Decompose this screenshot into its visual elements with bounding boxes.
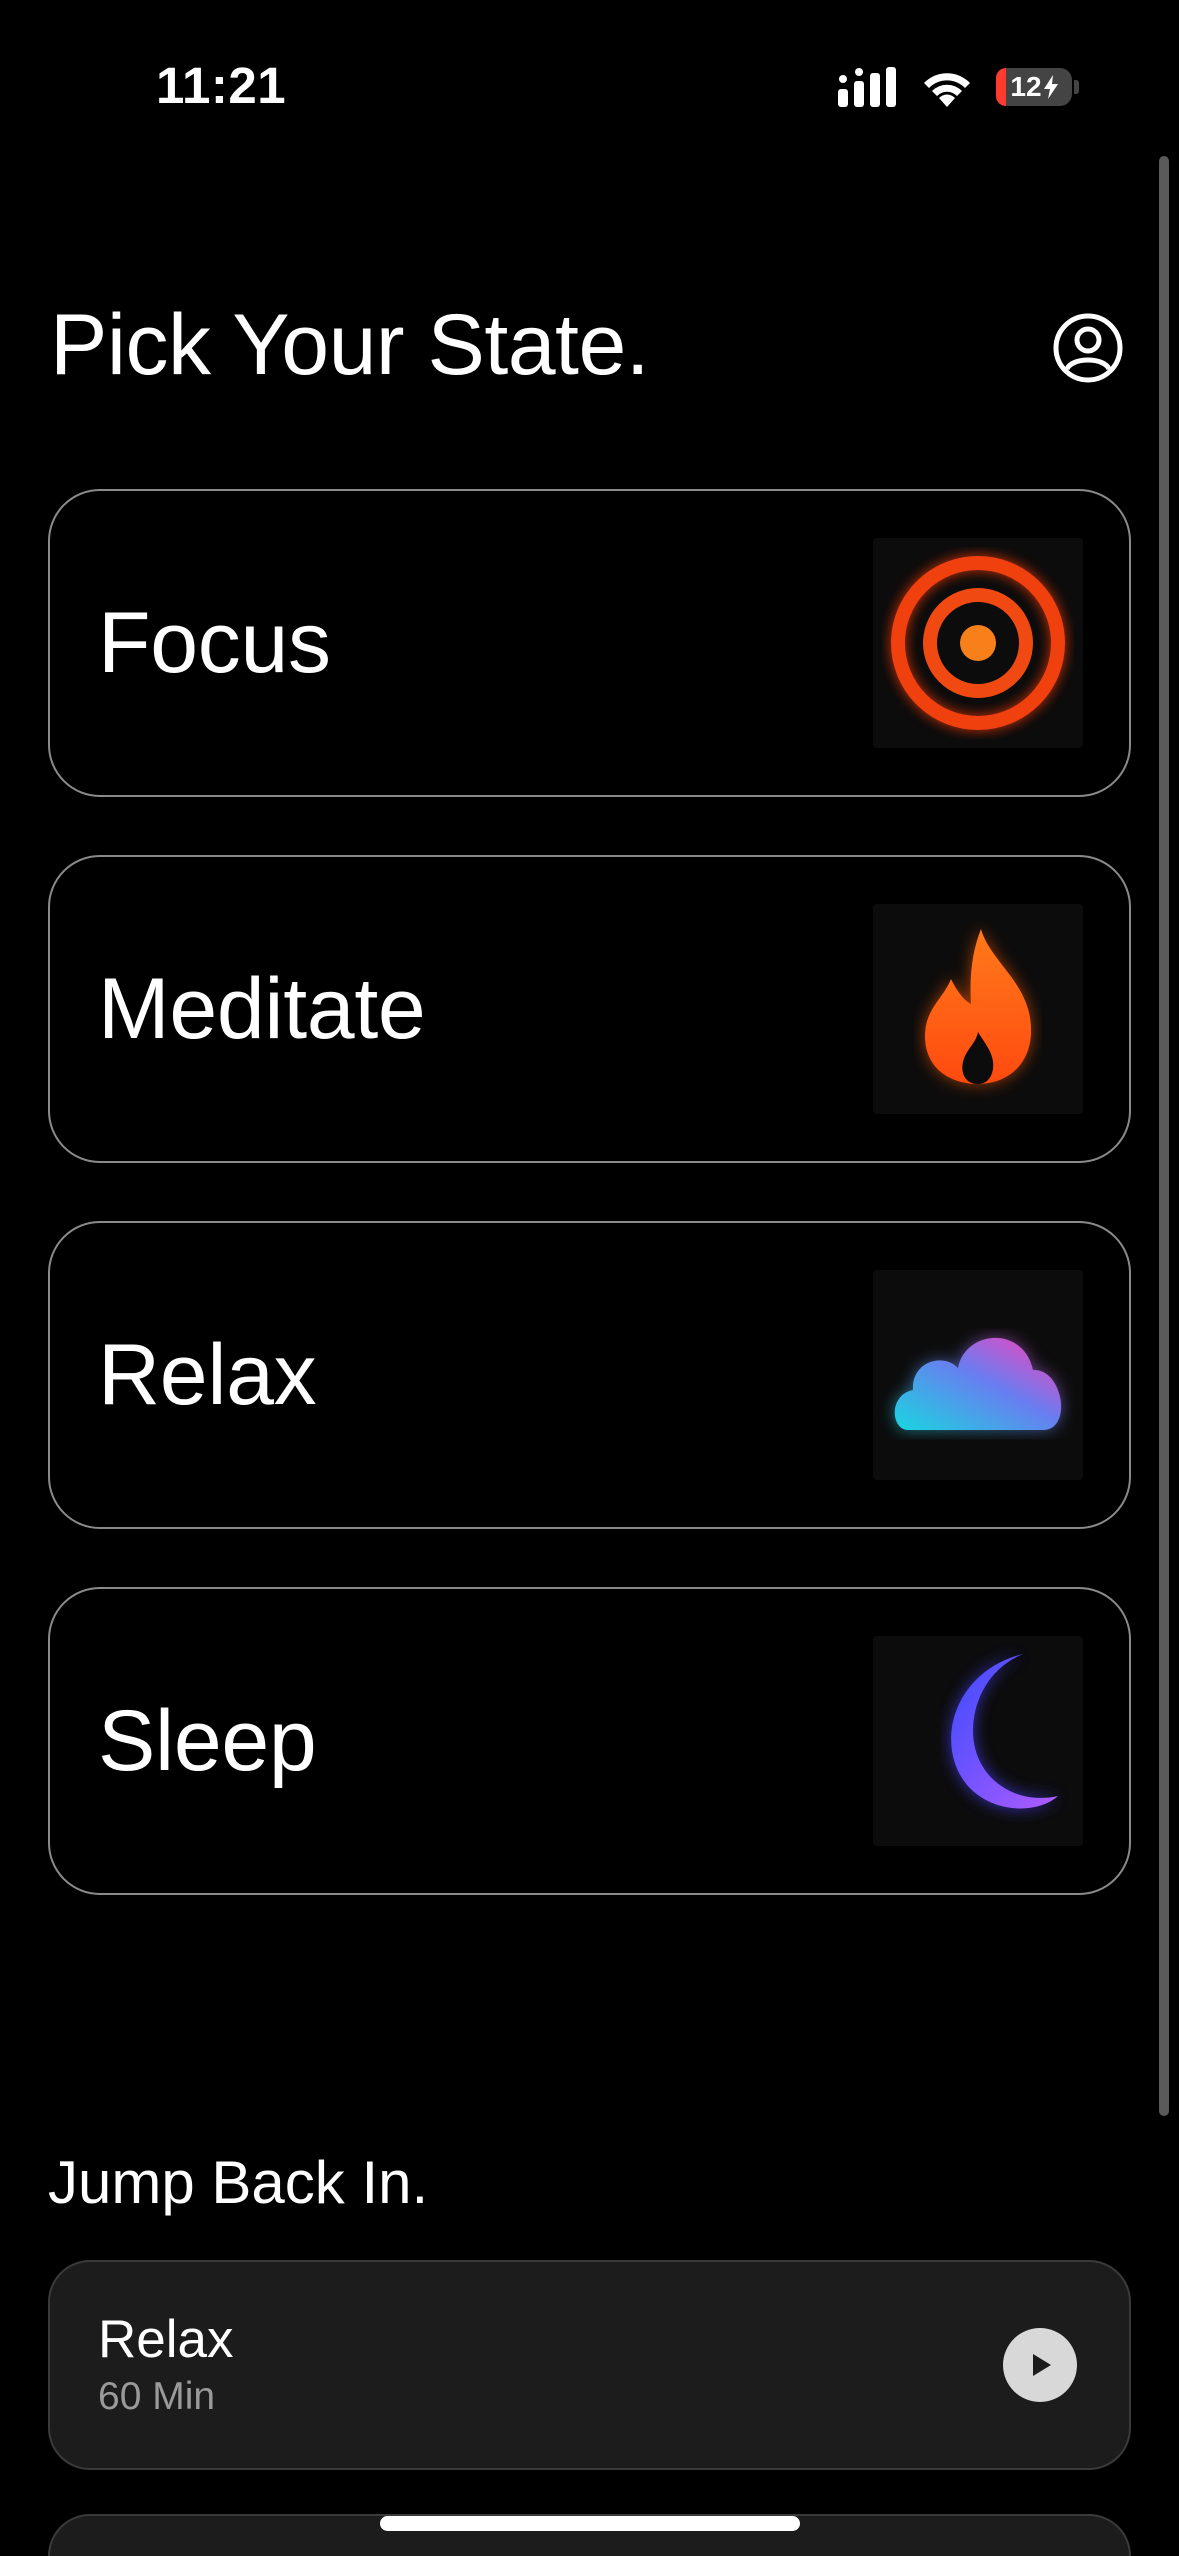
state-card-focus[interactable]: Focus (48, 489, 1131, 797)
state-list: Focus Meditate Relax Sleep (48, 489, 1131, 1953)
state-card-relax[interactable]: Relax (48, 1221, 1131, 1529)
app-screen: 11:21 12 Pick Your State. Focus Meditate… (0, 0, 1179, 2556)
state-card-sleep[interactable]: Sleep (48, 1587, 1131, 1895)
section-title-jump-back-in: Jump Back In. (48, 2149, 429, 2216)
status-time: 11:21 (156, 57, 287, 114)
state-label: Sleep (98, 1692, 317, 1789)
state-label: Focus (98, 594, 331, 691)
flame-icon (873, 904, 1083, 1114)
state-label: Relax (98, 1326, 317, 1423)
signal-icon (838, 67, 896, 107)
status-icons: 12 (838, 62, 1079, 112)
recent-session-info: Relax 60 Min (98, 2309, 234, 2419)
profile-button[interactable] (1052, 312, 1124, 384)
wifi-icon (924, 73, 970, 107)
scrollbar[interactable] (1159, 156, 1169, 2116)
recent-session-duration: 60 Min (98, 2375, 216, 2419)
play-button[interactable] (1003, 2328, 1077, 2402)
play-icon (1033, 2354, 1051, 2376)
person-circle-icon (1053, 313, 1123, 383)
battery-indicator: 12 (996, 68, 1079, 106)
charging-bolt-icon (1043, 75, 1058, 99)
home-indicator[interactable] (380, 2516, 800, 2531)
state-label: Meditate (98, 960, 426, 1057)
cloud-icon (873, 1270, 1083, 1480)
battery-level: 12 (1010, 71, 1042, 102)
recent-session-card[interactable]: Relax 60 Min (48, 2260, 1131, 2470)
recent-session-title: Relax (98, 2309, 234, 2369)
state-card-meditate[interactable]: Meditate (48, 855, 1131, 1163)
page-title: Pick Your State. (50, 297, 650, 393)
moon-icon (873, 1636, 1083, 1846)
target-icon (873, 538, 1083, 748)
